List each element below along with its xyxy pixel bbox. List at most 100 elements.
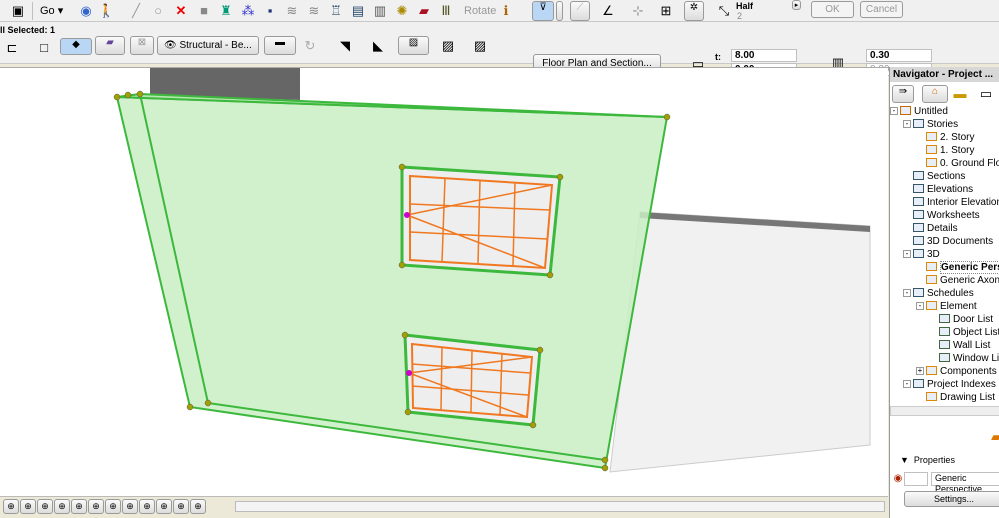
lower-window[interactable] <box>403 333 542 427</box>
arrow-select-icon[interactable]: ⊽ <box>532 1 554 21</box>
3d-scene[interactable] <box>0 68 888 497</box>
selected-wall[interactable] <box>115 95 669 470</box>
expand-toggle[interactable]: - <box>903 250 911 258</box>
marquee-icon[interactable]: ⟋ <box>570 1 590 21</box>
save-icon[interactable]: ▪ <box>262 3 278 19</box>
zoom-in-icon[interactable]: ⊕ <box>71 499 87 514</box>
paint-icon[interactable]: ■ <box>196 3 212 19</box>
tree-item[interactable]: 0. Ground Floor <box>926 157 999 170</box>
tree-item[interactable]: Sections <box>913 170 965 183</box>
tree-item[interactable]: Wall List <box>939 339 990 352</box>
view-name-input[interactable]: Generic Perspective <box>931 472 999 494</box>
fit-icon[interactable]: ⊕ <box>3 499 19 514</box>
fix-icon[interactable]: ⊠ <box>130 36 154 55</box>
tree-item[interactable]: Drawing List <box>926 391 995 404</box>
tree-item[interactable]: Details <box>913 222 958 235</box>
zoom-window-icon[interactable]: ⊕ <box>20 499 36 514</box>
more-arrow[interactable]: ▸ <box>792 0 801 10</box>
ref-line-inside-icon[interactable]: ▨ <box>472 38 488 54</box>
settings-button[interactable]: Settings... <box>904 491 999 507</box>
tree-item[interactable]: Window List <box>939 352 999 365</box>
publisher-icon[interactable]: ▭ <box>978 86 994 102</box>
pan-icon[interactable]: ⊕ <box>105 499 121 514</box>
expand-toggle[interactable]: - <box>903 380 911 388</box>
horizontal-scrollbar[interactable] <box>235 501 885 512</box>
delete-icon[interactable]: ✕ <box>173 3 189 19</box>
guide-icon[interactable]: ⊹ <box>630 3 646 19</box>
expand-toggle[interactable]: + <box>916 367 924 375</box>
tree-item[interactable]: + Components <box>916 365 997 378</box>
building-icon[interactable]: ♖ <box>328 3 344 19</box>
polygon-wall-icon[interactable]: ◣ <box>370 38 386 54</box>
circle-icon[interactable]: ○ <box>150 3 166 19</box>
magic-wand-icon[interactable]: ✲ <box>684 1 704 21</box>
go-menu[interactable]: Go ▾ <box>40 4 63 17</box>
tree-item[interactable]: Worksheets <box>913 209 980 222</box>
geometry-icon[interactable]: ⊏ <box>4 40 20 56</box>
window-anchor[interactable] <box>404 212 410 218</box>
expand-arrow[interactable] <box>556 1 563 21</box>
tree-item[interactable]: Elevations <box>913 183 973 196</box>
info-icon[interactable]: ℹ <box>498 3 514 19</box>
tree-item[interactable]: Door List <box>939 313 993 326</box>
top-offset-input[interactable]: 8.00 <box>731 49 797 62</box>
window-anchor[interactable] <box>406 370 412 376</box>
properties-header[interactable]: ▼ Properties <box>900 455 955 465</box>
section-icon[interactable]: Ⅲ <box>438 3 454 19</box>
rotate-button[interactable]: Rotate <box>464 5 496 17</box>
render-icon[interactable]: ✺ <box>394 3 410 19</box>
edit-icon[interactable]: ▰ <box>416 3 432 19</box>
ref-line-center-icon[interactable]: ▨ <box>440 38 456 54</box>
previous-zoom-icon[interactable]: ⊕ <box>37 499 53 514</box>
straight-wall-icon[interactable]: ▬ <box>264 36 296 55</box>
ref-line-outside-icon[interactable]: ▨ <box>398 36 429 55</box>
stack-icon[interactable]: ▥ <box>372 3 388 19</box>
curved-wall-icon[interactable]: ↻ <box>302 38 318 54</box>
walk-icon[interactable]: 🚶 <box>98 3 114 19</box>
fit-all-icon[interactable]: ⊕ <box>156 499 172 514</box>
view-id-input[interactable] <box>904 472 928 486</box>
trapezoid-wall-icon[interactable]: ◥ <box>337 38 353 54</box>
tree-item[interactable]: 2. Story <box>926 131 974 144</box>
magic-icon[interactable]: ⁂ <box>240 3 256 19</box>
upper-window[interactable] <box>400 165 562 277</box>
reference-icon[interactable]: □ <box>36 40 52 56</box>
orbit-icon[interactable]: ◉ <box>78 3 94 19</box>
thickness-input[interactable]: 0.30 <box>866 49 932 62</box>
tree-item[interactable]: - Project Indexes <box>903 378 996 391</box>
zoom-in-out-icon[interactable]: ⊕ <box>54 499 70 514</box>
project-map-tab[interactable]: ⌂ <box>922 85 948 103</box>
grid-icon[interactable]: ⊞ <box>658 3 674 19</box>
tree-item[interactable]: Interior Elevations <box>913 196 999 209</box>
layers-icon[interactable]: ▤ <box>350 3 366 19</box>
project-tree[interactable]: - Untitled - Stories 2. Story 1. Story 0. Grou… <box>890 105 999 410</box>
view-map-icon[interactable]: ⇛ <box>892 85 914 103</box>
expand-toggle[interactable]: - <box>890 107 898 115</box>
expand-toggle[interactable]: - <box>903 289 911 297</box>
next-zoom-icon[interactable]: ⊕ <box>190 499 206 514</box>
tree-item[interactable]: - Schedules <box>903 287 974 300</box>
zoom-plus-icon[interactable]: ⊕ <box>173 499 189 514</box>
layer-settings-icon[interactable]: ▰ <box>95 36 125 55</box>
tree-item[interactable]: Generic Perspective <box>926 261 999 274</box>
tree-item[interactable]: - 3D <box>903 248 940 261</box>
layout-book-icon[interactable]: ▬ <box>952 86 968 102</box>
tree-item[interactable]: - Stories <box>903 118 958 131</box>
tree-item[interactable]: 3D Documents <box>913 235 993 248</box>
tree-item[interactable]: - Element <box>916 300 977 313</box>
line-icon[interactable]: ╱ <box>128 3 144 19</box>
floor-icon[interactable]: ◆ <box>60 38 92 55</box>
undo-icon[interactable]: ≋ <box>284 3 300 19</box>
ok-button[interactable]: OK <box>811 1 854 18</box>
new-view-icon[interactable]: ▰ <box>988 429 999 445</box>
tree-item[interactable]: - Untitled <box>890 105 948 118</box>
tree-item[interactable]: Object List <box>939 326 999 339</box>
walk-icon[interactable]: ⊕ <box>139 499 155 514</box>
angle-icon[interactable]: ∠ <box>600 3 616 19</box>
expand-toggle[interactable]: - <box>916 302 924 310</box>
3d-viewport[interactable] <box>0 67 888 496</box>
expand-toggle[interactable]: - <box>903 120 911 128</box>
orbit-icon[interactable]: ⊕ <box>122 499 138 514</box>
window-icon[interactable]: ▣ <box>10 3 26 19</box>
brush-icon[interactable]: ♜ <box>218 3 234 19</box>
